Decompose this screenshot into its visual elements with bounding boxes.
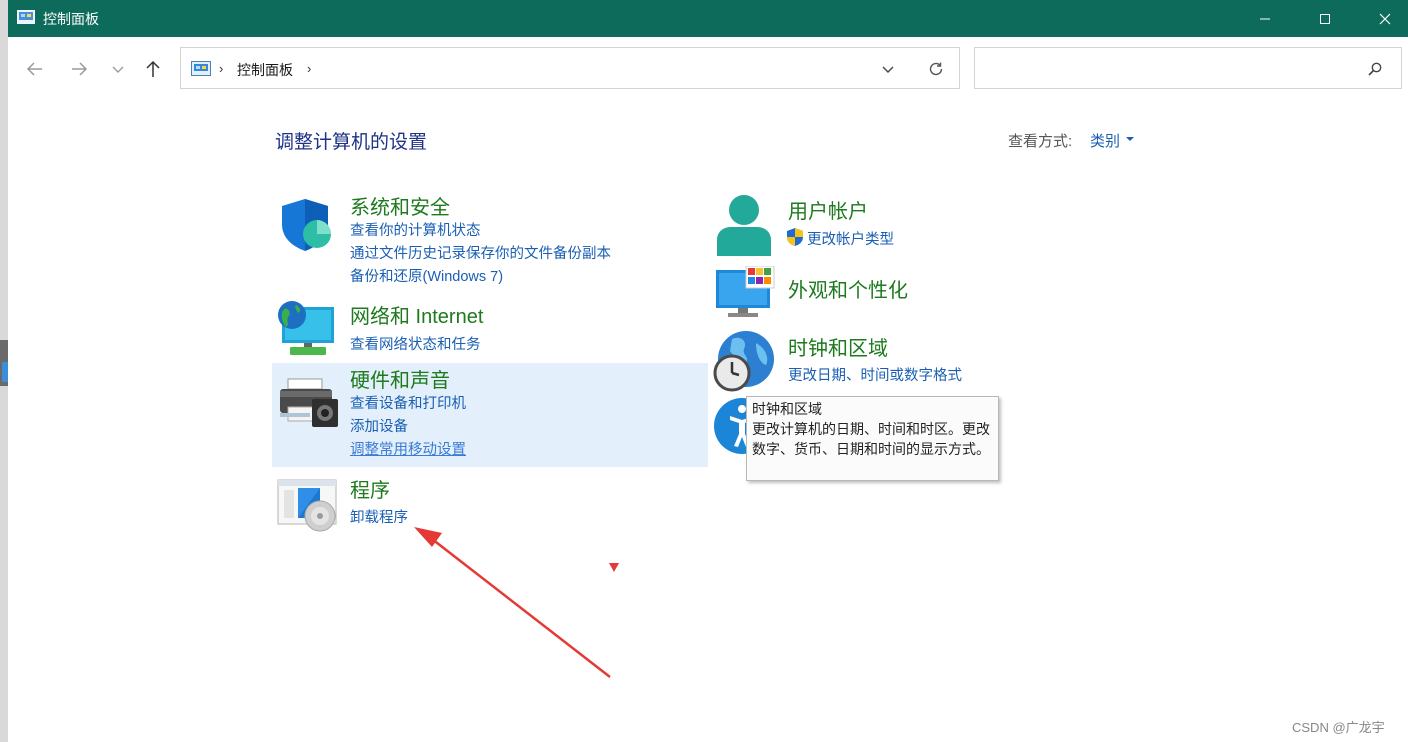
- arrow-left-icon: [26, 62, 42, 76]
- content-area: 调整计算机的设置 查看方式: 类别 系统和安全 查看你的计算机状态 通过文件历史…: [8, 99, 1408, 742]
- back-button[interactable]: [23, 57, 47, 81]
- minimize-icon: [1260, 18, 1270, 19]
- address-bar[interactable]: › 控制面板 ›: [180, 47, 960, 89]
- breadcrumb-separator[interactable]: ›: [307, 61, 311, 76]
- breadcrumb-separator[interactable]: ›: [219, 61, 223, 76]
- title-bar[interactable]: 控制面板: [8, 0, 1408, 37]
- recent-locations-button[interactable]: [106, 57, 130, 81]
- control-panel-window: 控制面板 › 控制面板 › 调整计算机的设置 查看方式: 类别 系统和安全 查看…: [8, 0, 1408, 742]
- close-button[interactable]: [1355, 0, 1408, 37]
- arrow-up-icon: [146, 60, 160, 77]
- window-title: 控制面板: [43, 11, 99, 27]
- maximize-icon: [1320, 13, 1330, 24]
- up-button[interactable]: [141, 57, 165, 81]
- search-icon[interactable]: [1367, 61, 1383, 77]
- chevron-down-icon[interactable]: [881, 62, 895, 76]
- refresh-icon[interactable]: [927, 60, 945, 78]
- navigation-bar: › 控制面板 ›: [8, 37, 1408, 99]
- chevron-down-icon: [112, 66, 124, 73]
- search-box[interactable]: [974, 47, 1402, 89]
- arrow-right-icon: [72, 62, 88, 76]
- search-input[interactable]: [983, 56, 1357, 82]
- control-panel-icon: [191, 61, 211, 76]
- annotation-arrow: [414, 527, 611, 678]
- breadcrumb-control-panel[interactable]: 控制面板: [237, 60, 293, 80]
- background-window-edge: [0, 0, 8, 742]
- minimize-button[interactable]: [1235, 0, 1295, 37]
- forward-button[interactable]: [67, 57, 91, 81]
- maximize-button[interactable]: [1295, 0, 1355, 37]
- control-panel-app-icon: [17, 10, 35, 24]
- close-icon: [1379, 13, 1391, 24]
- watermark: CSDN @广龙宇: [1292, 720, 1385, 735]
